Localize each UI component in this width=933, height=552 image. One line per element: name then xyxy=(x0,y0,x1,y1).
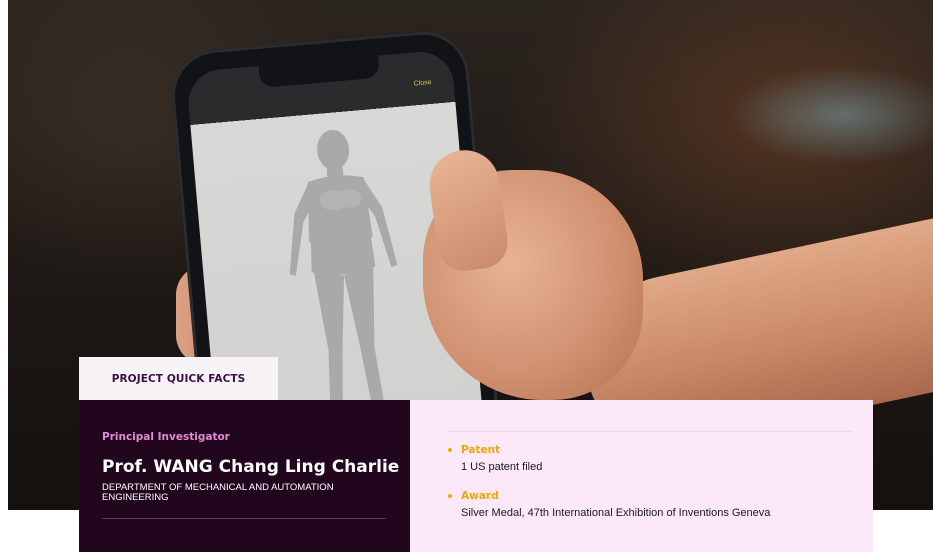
fact-award: Award Silver Medal, 47th International E… xyxy=(448,490,770,519)
fact-body: 1 US patent filed xyxy=(461,461,543,473)
principal-investigator-panel: Principal Investigator Prof. WANG Chang … xyxy=(79,400,410,552)
fact-body: Silver Medal, 47th International Exhibit… xyxy=(461,507,771,519)
project-quick-facts-tab: PROJECT QUICK FACTS xyxy=(79,357,278,400)
facts-panel: Patent 1 US patent filed Award Silver Me… xyxy=(410,400,873,552)
principal-investigator-label: Principal Investigator xyxy=(102,431,230,443)
project-quick-facts-label: PROJECT QUICK FACTS xyxy=(111,372,246,385)
divider xyxy=(102,518,386,519)
divider xyxy=(447,431,852,432)
bullet-icon xyxy=(448,494,452,498)
fact-title: Award xyxy=(461,490,499,502)
phone-close-label: Close xyxy=(413,79,432,88)
phone-notch xyxy=(258,55,380,88)
principal-investigator-name: Prof. WANG Chang Ling Charlie xyxy=(102,457,400,477)
principal-investigator-department: DEPARTMENT OF MECHANICAL AND AUTOMATION … xyxy=(102,482,334,503)
fact-title: Patent xyxy=(461,444,501,456)
fact-patent: Patent 1 US patent filed xyxy=(448,444,542,473)
bullet-icon xyxy=(448,448,452,452)
body-scan-3d-model xyxy=(289,129,398,423)
